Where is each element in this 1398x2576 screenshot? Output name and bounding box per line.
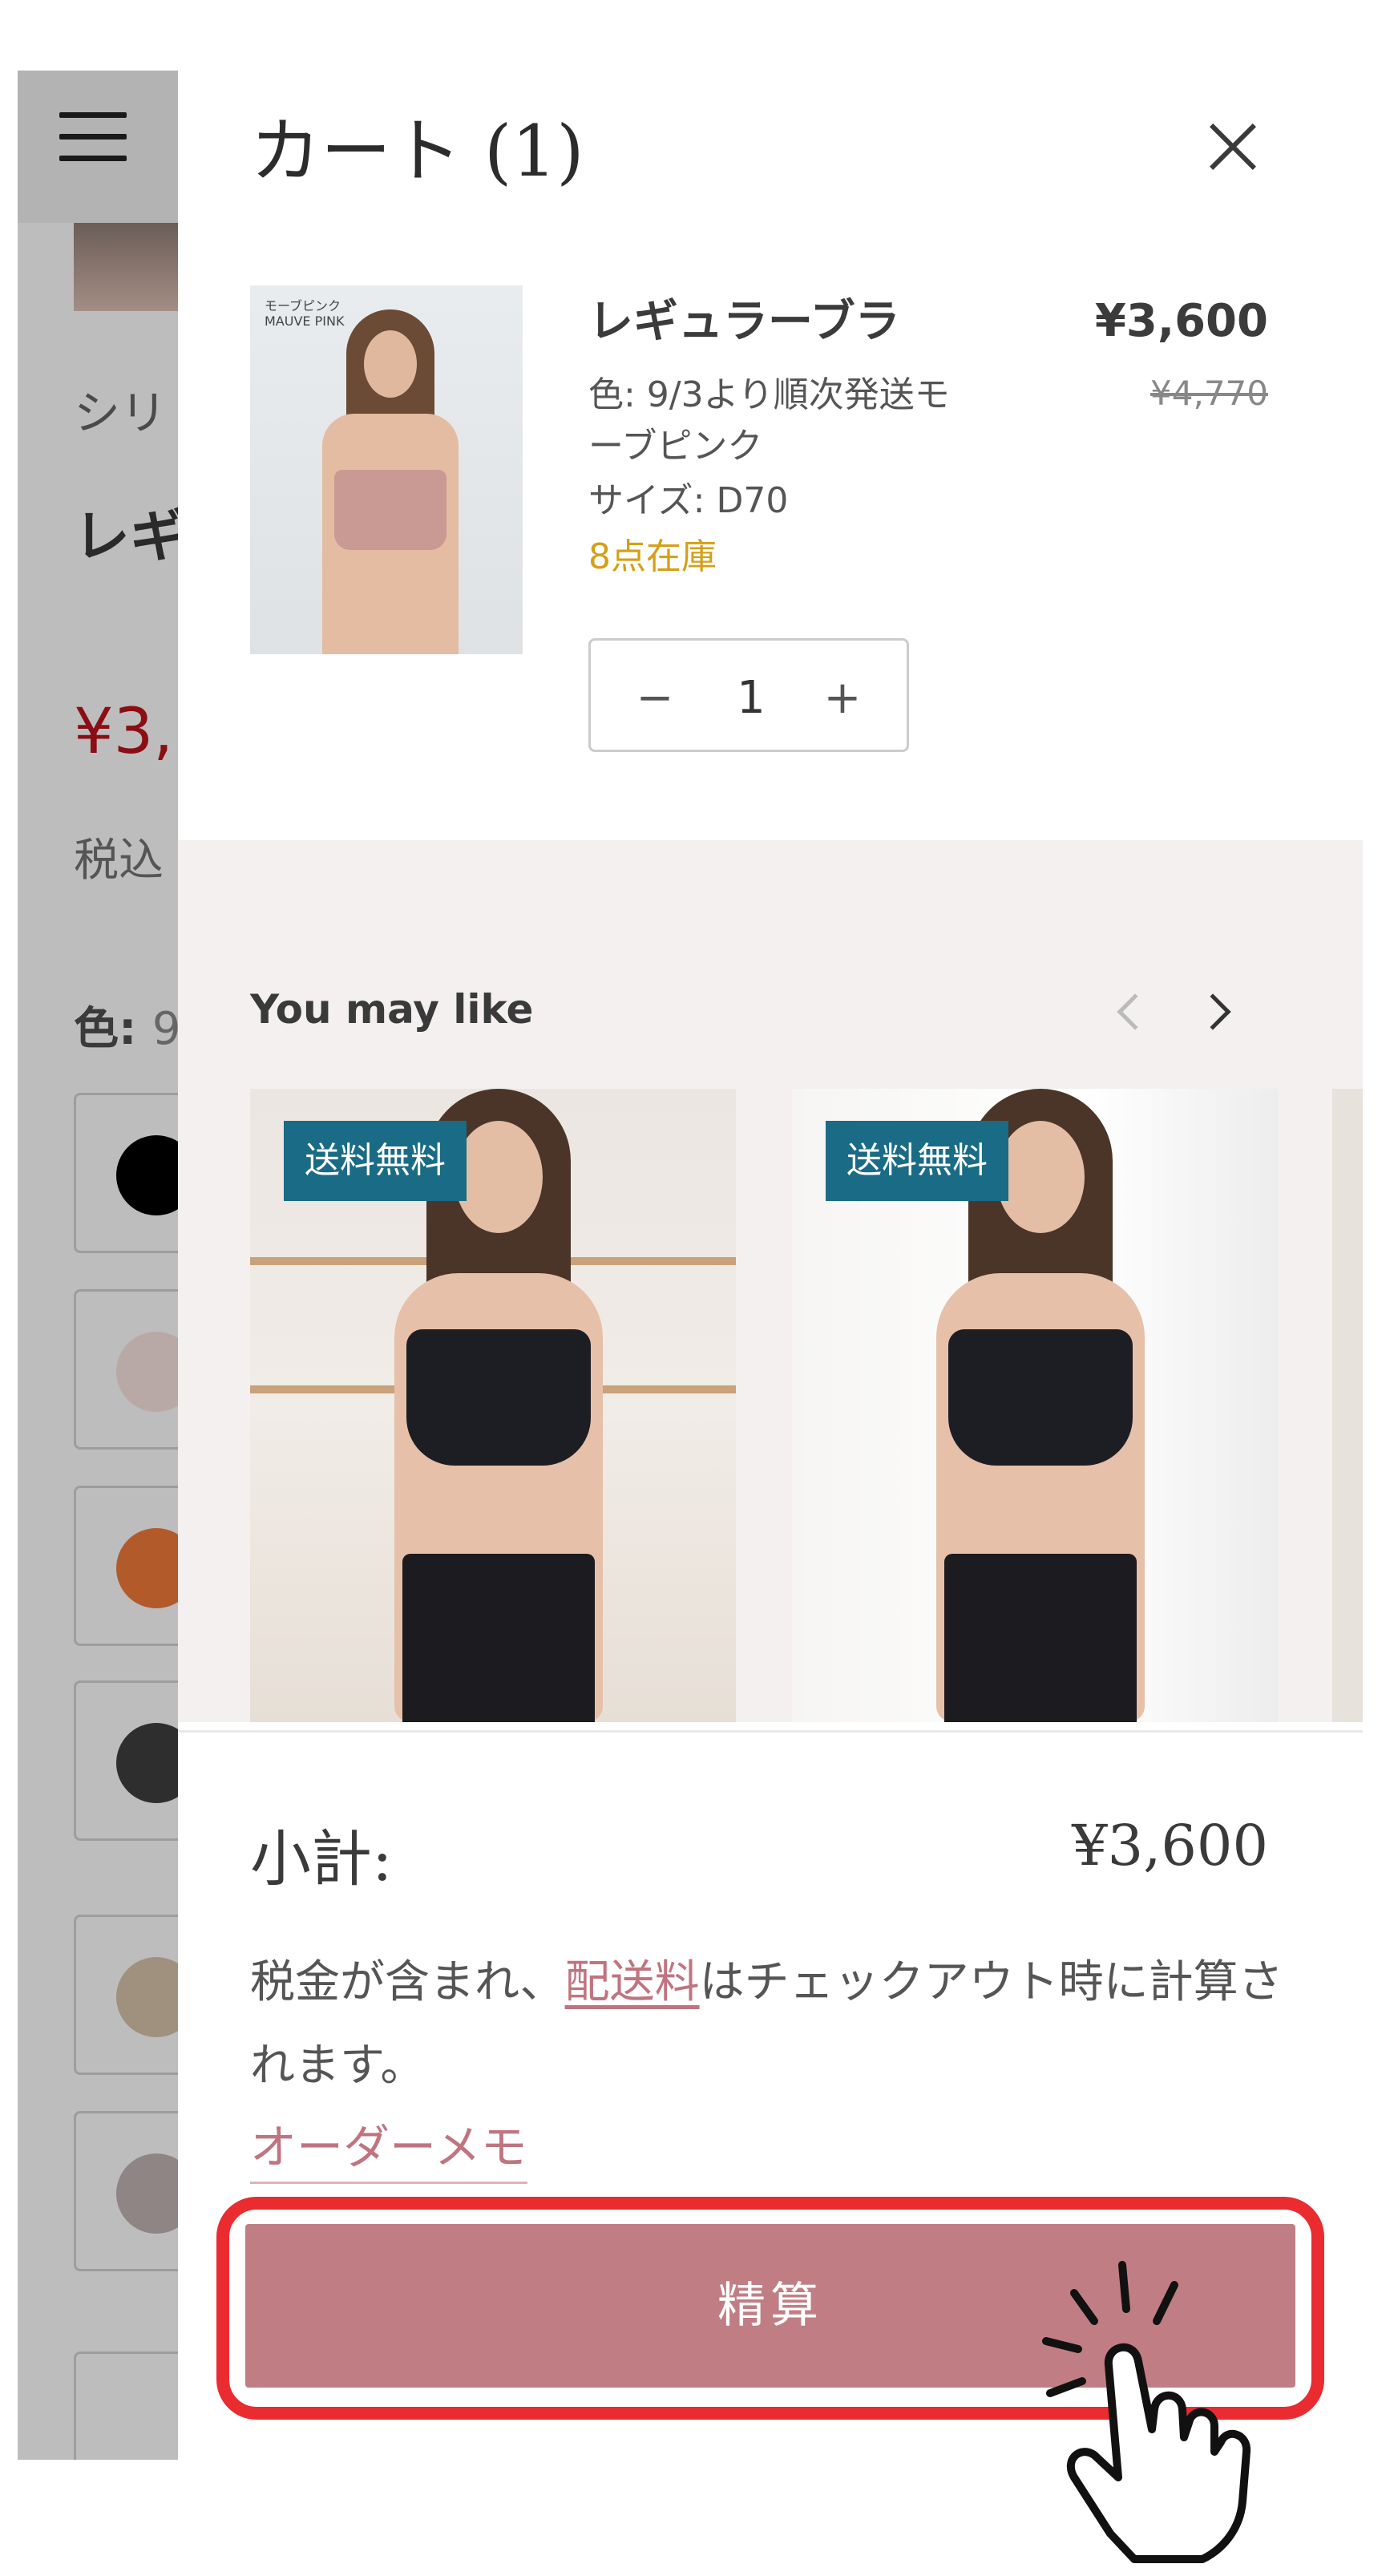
recommendations-section: You may like 送料無料 送料無料 [178,840,1363,1722]
cart-item-color-line1: 色: 9/3より順次発送モ [588,374,950,415]
quantity-value[interactable]: 1 [711,666,791,730]
quantity-increase-button[interactable]: + [810,666,875,730]
cart-title: カート (1) [250,110,584,192]
cart-drawer: カート (1) モーブピンク MAUVE PINK レギュラーブラ ¥3,600… [178,71,1363,2460]
menu-icon[interactable] [59,112,127,161]
cart-item-size: サイズ: D70 [588,480,789,521]
free-shipping-badge: 送料無料 [284,1121,467,1201]
background-price: ¥3, [74,696,174,768]
cart-item-price: ¥3,600 [1094,295,1268,347]
background-tax-label: 税込 [74,835,164,887]
background-series-label: シリ [74,386,168,440]
model-figure [314,309,459,654]
quantity-stepper: − 1 + [588,638,909,752]
carousel-next-button[interactable] [1192,985,1248,1041]
background-product-thumbnail [74,223,178,311]
cart-item-stock: 8点在庫 [588,536,717,577]
recommended-product-card[interactable]: 送料無料 [250,1089,736,1722]
close-icon[interactable] [1196,112,1268,184]
subtotal-value: ¥3,600 [1072,1813,1268,1878]
cart-item-compare-price: ¥4,770 [1150,374,1268,413]
free-shipping-badge: 送料無料 [826,1121,1008,1201]
quantity-decrease-button[interactable]: − [623,666,687,730]
order-memo-link[interactable]: オーダーメモ [250,2109,527,2184]
recommended-product-card-partial[interactable] [1332,1089,1363,1722]
subtotal-label: 小計: [250,1823,393,1895]
recommended-product-card[interactable]: 送料無料 [792,1089,1278,1722]
chevron-right-icon [1194,993,1231,1030]
chevron-left-icon [1117,993,1154,1030]
background-color-label: 色: 9 [74,1003,181,1055]
cart-item-color-line2: ーブピンク [588,426,763,467]
tax-shipping-note: 税金が含まれ、配送料はチェックアウト時に計算されます。 [250,1956,1283,2092]
shipping-policy-link[interactable]: 配送料 [565,1956,700,2008]
recommendations-title: You may like [250,986,534,1033]
tap-hand-icon [1042,2261,1251,2563]
background-product-title: レギ [74,503,186,569]
cart-item-image[interactable]: モーブピンク MAUVE PINK [250,285,523,654]
carousel-prev-button[interactable] [1100,985,1156,1041]
cart-item-name[interactable]: レギュラーブラ [588,285,900,350]
background-header [18,71,178,223]
